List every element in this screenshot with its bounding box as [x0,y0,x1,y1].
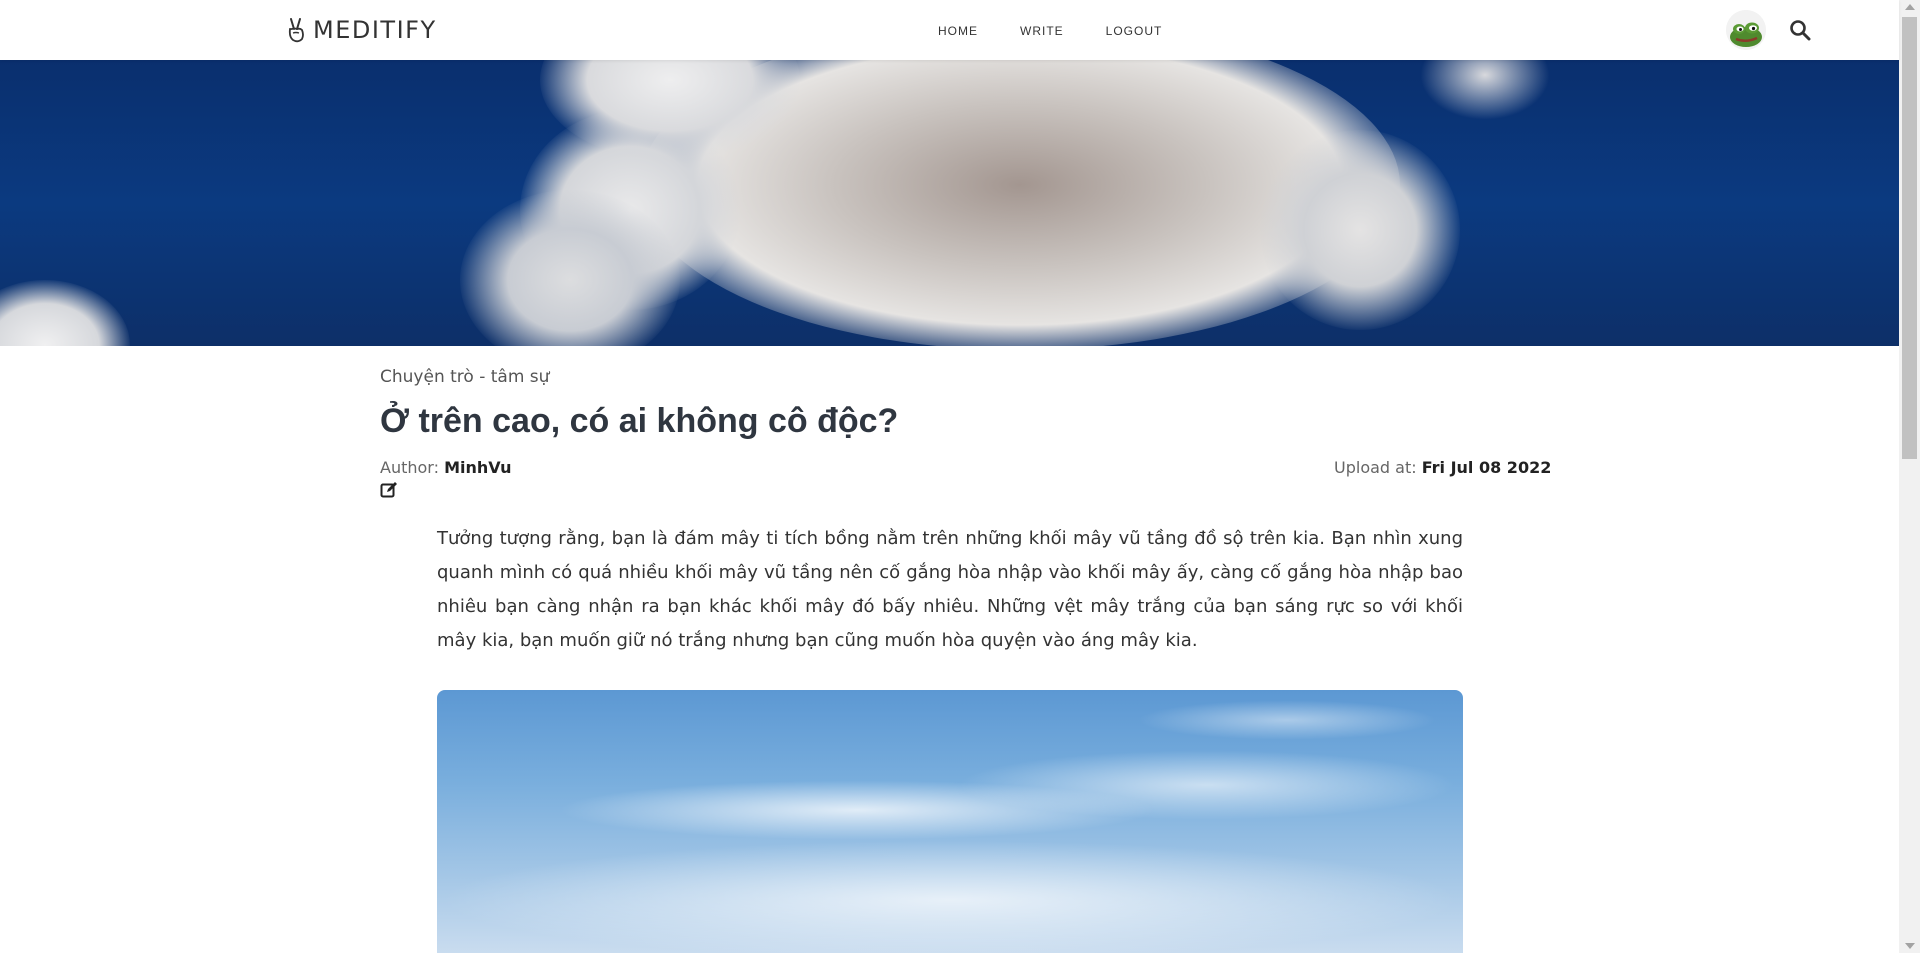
article-category: Chuyện trò - tâm sự [380,367,550,387]
nav-home-link[interactable]: HOME [938,24,978,38]
article-author: Author: MinhVu [380,458,511,477]
scroll-down-arrow-icon[interactable] [1905,943,1915,949]
author-label: Author: [380,458,439,477]
upload-date-value: Fri Jul 08 2022 [1421,458,1552,477]
scroll-thumb[interactable] [1902,17,1917,459]
page-scrollbar[interactable] [1899,0,1920,953]
nav-write-link[interactable]: WRITE [1020,24,1064,38]
search-icon[interactable] [1789,19,1811,41]
brand-logo[interactable]: MEDITIFY [285,14,437,46]
article-upload-date: Upload at: Fri Jul 08 2022 [1334,458,1551,477]
top-navbar: MEDITIFY HOME WRITE LOGOUT [0,0,1899,60]
user-avatar[interactable] [1726,10,1766,50]
nav-logout-link[interactable]: LOGOUT [1106,24,1163,38]
frog-avatar-image [1726,10,1766,50]
author-name[interactable]: MinhVu [444,458,511,477]
scroll-up-arrow-icon[interactable] [1905,4,1915,10]
edit-icon[interactable] [380,481,398,499]
hero-banner-image [0,60,1899,346]
nav-menu: HOME WRITE LOGOUT [938,24,1204,38]
article-title: Ở trên cao, có ai không cô độc? [380,402,899,440]
brand-name: MEDITIFY [313,16,437,44]
article-sky-image [437,690,1463,953]
upload-label: Upload at: [1334,458,1417,477]
victory-hand-icon [288,18,304,43]
article-body: Tưởng tượng rằng, bạn là đám mây ti tích… [437,528,1463,651]
